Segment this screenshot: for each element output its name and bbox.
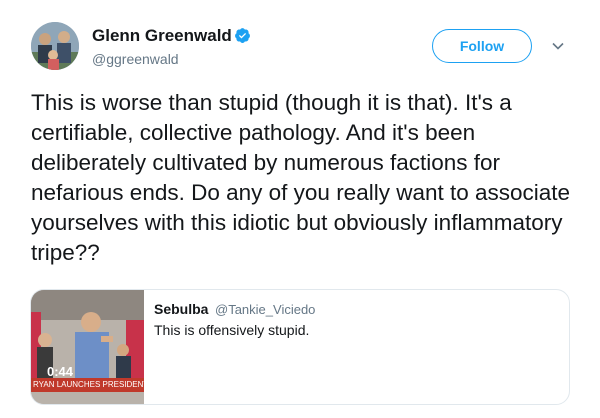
quoted-tweet-text: This is offensively stupid. bbox=[154, 322, 310, 338]
author-handle[interactable]: @ggreenwald bbox=[92, 51, 179, 67]
video-duration: 0:44 bbox=[47, 364, 74, 379]
quoted-tweet-video[interactable]: 0:44 RYAN LAUNCHES PRESIDENTIAL R bbox=[31, 290, 144, 404]
quoted-author-name[interactable]: Sebulba bbox=[154, 301, 208, 317]
chevron-down-icon[interactable] bbox=[551, 39, 565, 53]
follow-button[interactable]: Follow bbox=[432, 29, 532, 63]
author-name[interactable]: Glenn Greenwald bbox=[92, 26, 232, 46]
avatar[interactable] bbox=[31, 22, 79, 70]
quoted-author-handle[interactable]: @Tankie_Viciedo bbox=[215, 302, 315, 317]
profile-photo-icon bbox=[31, 22, 79, 70]
video-caption: RYAN LAUNCHES PRESIDENTIAL R bbox=[31, 378, 144, 392]
quoted-tweet-card[interactable]: 0:44 RYAN LAUNCHES PRESIDENTIAL R Sebulb… bbox=[30, 289, 570, 405]
verified-badge-icon bbox=[235, 28, 250, 43]
tweet-text: This is worse than stupid (though it is … bbox=[31, 90, 571, 265]
